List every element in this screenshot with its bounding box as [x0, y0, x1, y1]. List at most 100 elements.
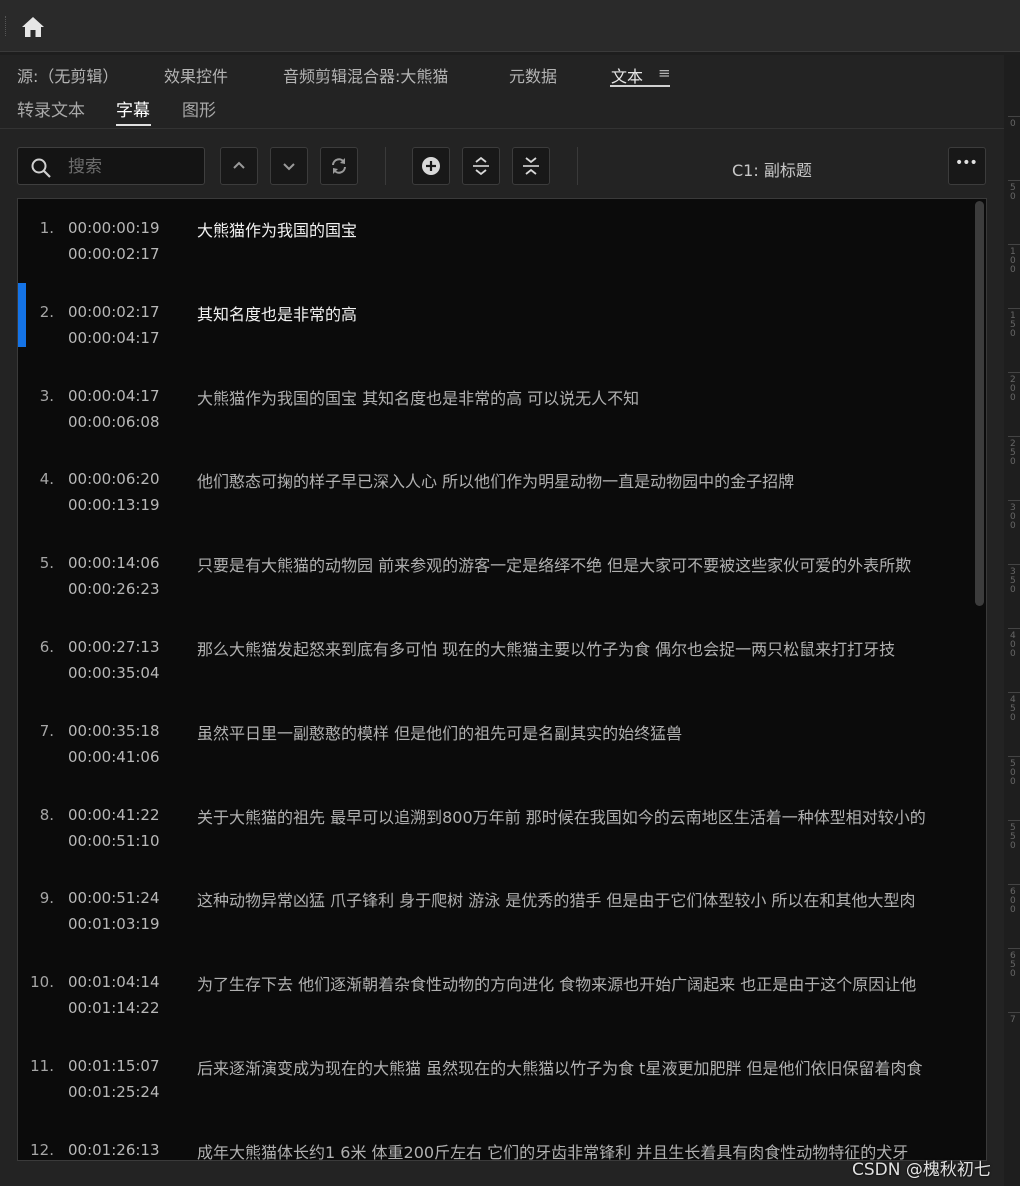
app-header: [0, 0, 1020, 52]
ruler-tick: [1008, 436, 1020, 437]
caption-row[interactable]: 8. 00:00:41:22 00:00:51:10 关于大熊猫的祖先 最早可以追溯到…: [18, 792, 973, 876]
ruler-tick: [1008, 500, 1020, 501]
ruler-tick: [1008, 116, 1020, 117]
split-caption-button[interactable]: [462, 147, 500, 185]
ruler-label: 7: [1010, 1015, 1016, 1025]
tab-graphics[interactable]: 图形: [182, 96, 216, 121]
ruler-label: 6 5 0: [1010, 951, 1016, 979]
caption-row[interactable]: 12. 00:01:26:13 成年大熊猫体长约1 6米 体重200斤左右 它们的牙…: [18, 1127, 973, 1160]
tab-transcript[interactable]: 转录文本: [17, 96, 85, 121]
ruler-tick: [1008, 692, 1020, 693]
search-field: [17, 147, 205, 185]
tab-metadata[interactable]: 元数据: [509, 63, 557, 87]
search-input[interactable]: [66, 152, 200, 182]
caption-row[interactable]: 1. 00:00:00:19 00:00:02:17 大熊猫作为我国的国宝: [18, 205, 973, 289]
more-icon: •••: [955, 155, 978, 171]
caption-row[interactable]: 4. 00:00:06:20 00:00:13:19 他们憨态可掬的样子早已深入人心 …: [18, 456, 973, 540]
tab-text[interactable]: 文本: [611, 63, 643, 87]
caption-text[interactable]: 这种动物异常凶猛 爪子锋利 身于爬树 游泳 是优秀的猎手 但是由于它们体型较小 …: [197, 887, 973, 911]
caption-in-time[interactable]: 00:01:15:07: [68, 1057, 160, 1075]
caption-in-time[interactable]: 00:00:06:20: [68, 470, 160, 488]
home-icon: [22, 17, 44, 37]
previous-caption-button[interactable]: [220, 147, 258, 185]
chevron-down-icon: [283, 163, 295, 171]
caption-out-time[interactable]: 00:00:06:08: [68, 413, 160, 431]
caption-text[interactable]: 大熊猫作为我国的国宝 其知名度也是非常的高 可以说无人不知: [197, 385, 973, 409]
more-options-button[interactable]: •••: [948, 147, 986, 185]
caption-out-time[interactable]: 00:00:02:17: [68, 245, 160, 263]
tab-source[interactable]: 源:（无剪辑）: [17, 63, 118, 87]
tab-audio-clip-mixer[interactable]: 音频剪辑混合器:大熊猫: [283, 63, 448, 87]
ruler-tick: [1008, 820, 1020, 821]
replace-button[interactable]: [320, 147, 358, 185]
caption-in-time[interactable]: 00:00:14:06: [68, 554, 160, 572]
caption-in-time[interactable]: 00:00:27:13: [68, 638, 160, 656]
caption-in-time[interactable]: 00:00:35:18: [68, 722, 160, 740]
caption-text[interactable]: 虽然平日里一副憨憨的模样 但是他们的祖先可是名副其实的始终猛兽: [197, 720, 973, 744]
caption-in-time[interactable]: 00:00:41:22: [68, 806, 160, 824]
caption-text[interactable]: 为了生存下去 他们逐渐朝着杂食性动物的方向进化 食物来源也开始广阔起来 也正是由…: [197, 971, 973, 995]
merge-icon: [523, 157, 539, 175]
next-caption-button[interactable]: [270, 147, 308, 185]
caption-number: 3.: [39, 386, 54, 405]
home-button[interactable]: [20, 14, 46, 40]
ruler-tick: [1008, 628, 1020, 629]
caption-row[interactable]: 5. 00:00:14:06 00:00:26:23 只要是有大熊猫的动物园 前来参观…: [18, 540, 973, 624]
caption-in-time[interactable]: 00:01:26:13: [68, 1141, 160, 1159]
caption-in-time[interactable]: 00:00:51:24: [68, 889, 160, 907]
ruler-label: 3 0 0: [1010, 503, 1016, 531]
caption-row[interactable]: 11. 00:01:15:07 00:01:25:24 后来逐渐演变成为现在的大熊猫 …: [18, 1043, 973, 1127]
caption-row[interactable]: 7. 00:00:35:18 00:00:41:06 虽然平日里一副憨憨的模样 但是他…: [18, 708, 973, 792]
caption-out-time[interactable]: 00:01:03:19: [68, 915, 160, 933]
caption-out-time[interactable]: 00:00:35:04: [68, 664, 160, 682]
caption-text[interactable]: 后来逐渐演变成为现在的大熊猫 虽然现在的大熊猫以竹子为食 t星液更加肥胖 但是他…: [197, 1055, 973, 1079]
ruler-tick: [1008, 756, 1020, 757]
caption-text[interactable]: 那么大熊猫发起怒来到底有多可怕 现在的大熊猫主要以竹子为食 偶尔也会捉一两只松鼠…: [197, 636, 973, 660]
caption-text[interactable]: 他们憨态可掬的样子早已深入人心 所以他们作为明星动物一直是动物园中的金子招牌: [197, 468, 973, 492]
caption-in-time[interactable]: 00:00:04:17: [68, 387, 160, 405]
ruler-label: 2 0 0: [1010, 375, 1016, 403]
split-icon: [473, 156, 489, 176]
caption-list[interactable]: 1. 00:00:00:19 00:00:02:17 大熊猫作为我国的国宝 2. 00:0…: [17, 198, 987, 1161]
caption-row[interactable]: 9. 00:00:51:24 00:01:03:19 这种动物异常凶猛 爪子锋利 身于…: [18, 875, 973, 959]
caption-row[interactable]: 10. 00:01:04:14 00:01:14:22 为了生存下去 他们逐渐朝着杂食…: [18, 959, 973, 1043]
watermark: CSDN @槐秋初七: [852, 1160, 991, 1180]
scrollbar[interactable]: [973, 199, 986, 1160]
caption-text[interactable]: 其知名度也是非常的高: [197, 301, 973, 325]
caption-row[interactable]: 6. 00:00:27:13 00:00:35:04 那么大熊猫发起怒来到底有多可怕 …: [18, 624, 973, 708]
caption-out-time[interactable]: 00:00:41:06: [68, 748, 160, 766]
side-ruler: 0 5 0 1 0 0 1 5 0 2 0 0 2 5 0 3 0 0 3 5 0 4 0 0 4…: [1008, 110, 1020, 1030]
add-caption-button[interactable]: [412, 147, 450, 185]
caption-out-time[interactable]: 00:00:13:19: [68, 496, 160, 514]
caption-text[interactable]: 关于大熊猫的祖先 最早可以追溯到800万年前 那时候在我国如今的云南地区生活着一…: [197, 804, 973, 828]
caption-number: 10.: [30, 973, 54, 992]
panel-menu-icon[interactable]: ≡: [658, 64, 671, 82]
caption-text[interactable]: 只要是有大熊猫的动物园 前来参观的游客一定是络绎不绝 但是大家可不要被这些家伙可…: [197, 552, 973, 576]
caption-out-time[interactable]: 00:00:26:23: [68, 580, 160, 598]
caption-out-time[interactable]: 00:00:51:10: [68, 832, 160, 850]
caption-in-time[interactable]: 00:00:02:17: [68, 303, 160, 321]
ruler-tick: [1008, 1012, 1020, 1013]
caption-text[interactable]: 大熊猫作为我国的国宝: [197, 217, 973, 241]
caption-row[interactable]: 2. 00:00:02:17 00:00:04:17 其知名度也是非常的高: [18, 282, 973, 373]
tab-effect-controls[interactable]: 效果控件: [164, 63, 228, 87]
text-subtab-bar: 转录文本 字幕 图形: [0, 91, 1004, 129]
caption-out-time[interactable]: 00:01:25:24: [68, 1083, 160, 1101]
caption-in-time[interactable]: 00:00:00:19: [68, 219, 160, 237]
plus-circle-icon: [422, 157, 440, 175]
caption-number: 11.: [30, 1057, 54, 1075]
tab-captions[interactable]: 字幕: [116, 96, 150, 121]
ruler-tick: [1008, 244, 1020, 245]
panel-grip[interactable]: [5, 16, 8, 36]
merge-captions-button[interactable]: [512, 147, 550, 185]
caption-out-time[interactable]: 00:00:04:17: [68, 329, 160, 347]
toolbar-divider: [577, 147, 578, 185]
ruler-label: 6 0 0: [1010, 887, 1016, 915]
caption-track-label: C1: 副标题: [732, 161, 812, 180]
scrollbar-thumb[interactable]: [975, 201, 984, 606]
caption-in-time[interactable]: 00:01:04:14: [68, 973, 160, 991]
ruler-label: 1 0 0: [1010, 247, 1016, 275]
caption-row[interactable]: 3. 00:00:04:17 00:00:06:08 大熊猫作为我国的国宝 其知名度也…: [18, 373, 973, 457]
caption-out-time[interactable]: 00:01:14:22: [68, 999, 160, 1017]
text-panel: 源:（无剪辑） 效果控件 音频剪辑混合器:大熊猫 元数据 文本 ≡ 转录文本 字…: [0, 55, 1004, 1186]
